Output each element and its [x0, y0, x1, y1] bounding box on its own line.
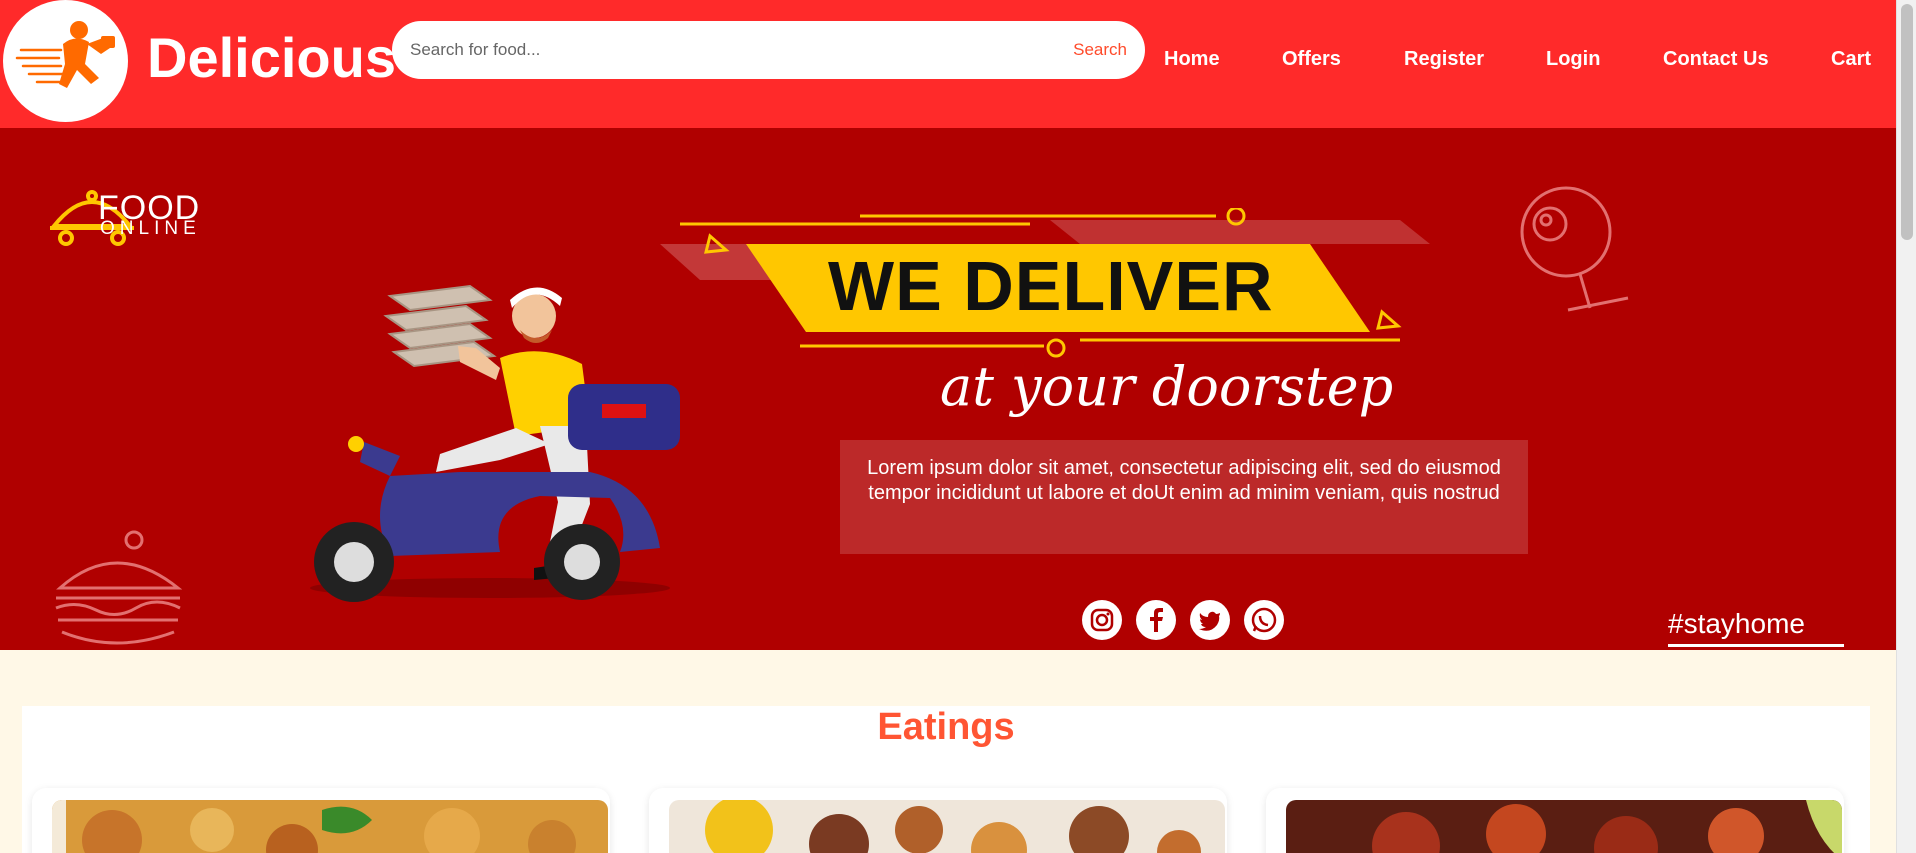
search-bar: Search	[392, 21, 1145, 79]
tagline: at your doorstep	[940, 355, 1394, 418]
whatsapp-icon[interactable]	[1244, 600, 1284, 640]
scrollbar-thumb[interactable]	[1901, 4, 1913, 240]
burger-icon	[55, 530, 183, 645]
delivery-scooter-illustration	[310, 284, 680, 602]
logo[interactable]	[3, 0, 128, 122]
nav-login[interactable]: Login	[1546, 46, 1600, 72]
food-card[interactable]	[649, 788, 1227, 853]
nav-cart[interactable]: Cart	[1831, 46, 1871, 72]
hero-banner: FOOD ONLINE WE DELIVER at your doorstep …	[0, 128, 1896, 650]
section-title: Eatings	[877, 706, 1015, 748]
nav-register[interactable]: Register	[1404, 46, 1484, 72]
top-navbar: Delicious Search Home Offers Register Lo…	[0, 0, 1896, 128]
food-card[interactable]	[32, 788, 610, 853]
headline: WE DELIVER	[828, 247, 1274, 325]
food-card[interactable]	[1266, 788, 1844, 853]
search-button[interactable]: Search	[1073, 36, 1127, 64]
twitter-icon[interactable]	[1190, 600, 1230, 640]
hashtag-underline	[1668, 644, 1844, 647]
description-box: Lorem ipsum dolor sit amet, consectetur …	[840, 440, 1528, 554]
description-text: Lorem ipsum dolor sit amet, consectetur …	[867, 457, 1501, 504]
eatings-section: Eatings	[22, 706, 1870, 853]
nav-offers[interactable]: Offers	[1282, 46, 1341, 72]
facebook-icon[interactable]	[1136, 600, 1176, 640]
delivery-runner-icon	[15, 21, 115, 88]
nav-contact-us[interactable]: Contact Us	[1663, 46, 1769, 72]
wine-glass-icon	[1520, 186, 1629, 312]
search-input[interactable]	[410, 35, 1030, 65]
instagram-icon[interactable]	[1082, 600, 1122, 640]
page-scrollbar[interactable]	[1896, 0, 1916, 853]
food-online-line2: ONLINE	[100, 218, 201, 239]
grilled-chicken-photo[interactable]	[669, 800, 1225, 853]
biryani-photo[interactable]	[52, 800, 608, 853]
brand-name[interactable]: Delicious	[147, 26, 396, 90]
tandoori-chicken-photo[interactable]	[1286, 800, 1842, 853]
hashtag: #stayhome	[1668, 608, 1805, 639]
nav-home[interactable]: Home	[1164, 46, 1220, 72]
